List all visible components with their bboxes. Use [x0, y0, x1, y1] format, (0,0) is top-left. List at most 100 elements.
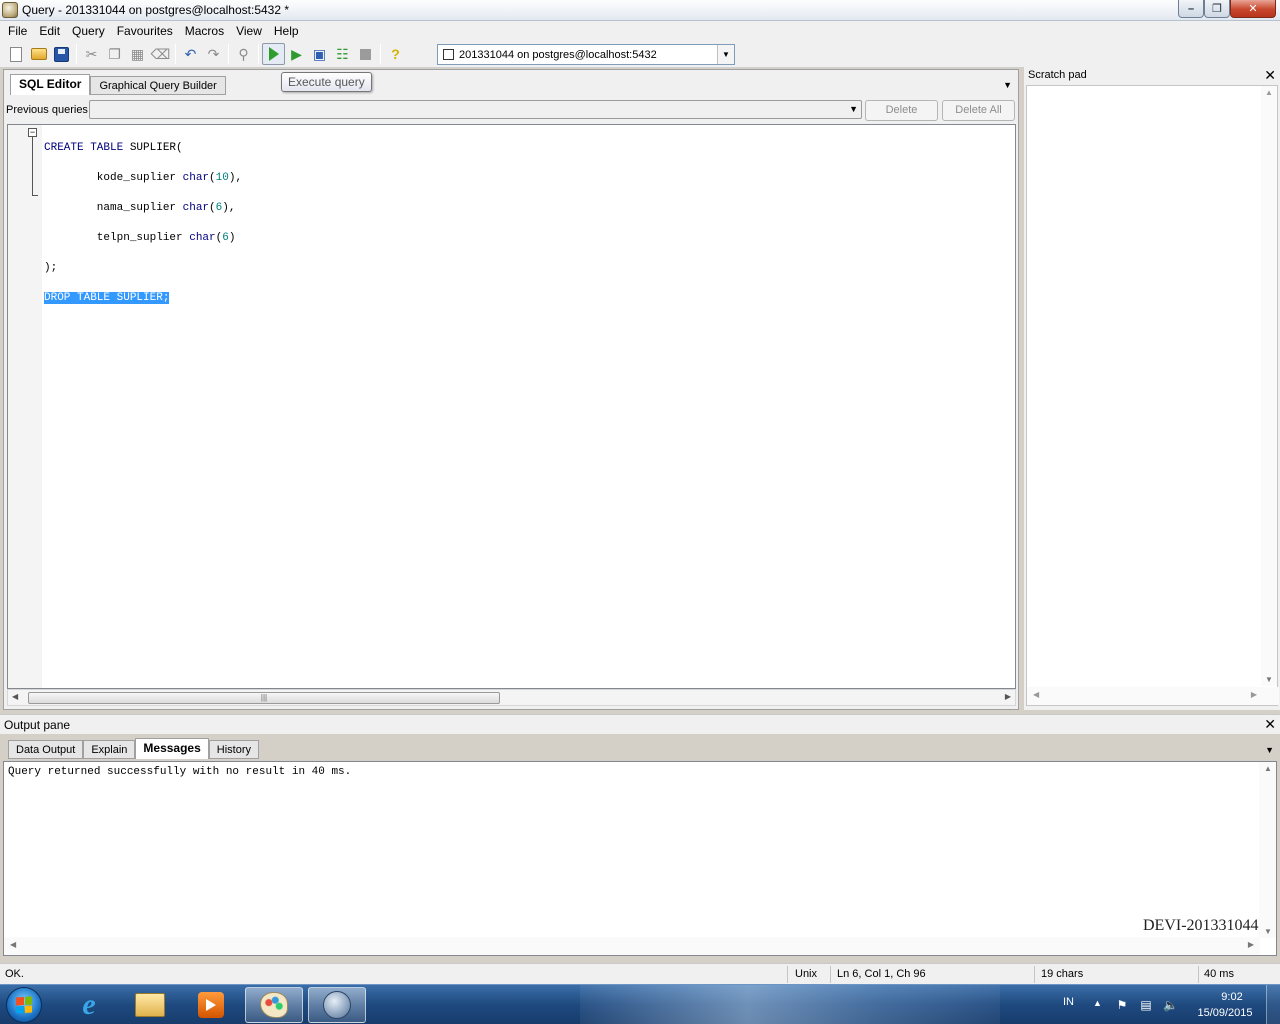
minimize-button[interactable]: –	[1178, 0, 1204, 18]
status-exec-time: 40 ms	[1204, 968, 1234, 980]
editor-tab-menu-icon[interactable]: ▼	[1003, 80, 1012, 90]
scroll-left-icon[interactable]: ◀	[10, 940, 16, 949]
tab-data-output[interactable]: Data Output	[8, 740, 84, 759]
clock-date[interactable]: 15/09/2015	[1192, 1007, 1258, 1019]
output-tabs: Data Output Explain Messages History	[8, 738, 260, 759]
menu-edit[interactable]: Edit	[33, 21, 66, 41]
tab-history[interactable]: History	[208, 740, 260, 759]
sql-code-editor[interactable]: − CREATE TABLE SUPLIER( kode_suplier cha…	[7, 124, 1016, 689]
menu-view[interactable]: View	[230, 21, 268, 41]
close-button[interactable]: ✕	[1230, 0, 1276, 18]
menu-help[interactable]: Help	[268, 21, 305, 41]
execute-query-tooltip: Execute query	[281, 72, 372, 92]
messages-output[interactable]: Query returned successfully with no resu…	[3, 761, 1277, 956]
connection-checkbox-icon	[443, 49, 454, 60]
status-char-count: 19 chars	[1041, 968, 1084, 980]
scroll-left-icon[interactable]: ◀	[1033, 690, 1039, 699]
scratch-pad-textarea[interactable]: ▲ ▼ ◀ ▶	[1026, 85, 1279, 706]
scroll-right-icon[interactable]: ▶	[1251, 690, 1257, 699]
copy-button[interactable]: ❐	[103, 43, 126, 65]
action-center-flag-icon[interactable]: ⚑	[1115, 998, 1129, 1012]
scroll-down-icon[interactable]: ▼	[1265, 675, 1273, 684]
output-tab-menu-icon[interactable]: ▼	[1265, 745, 1274, 755]
selected-text: DROP TABLE SUPLIER;	[44, 292, 170, 304]
redo-icon: ↷	[207, 45, 220, 62]
menu-file[interactable]: File	[2, 21, 33, 41]
start-button[interactable]	[6, 987, 42, 1023]
scroll-up-icon[interactable]: ▲	[1265, 88, 1273, 97]
status-line-ending: Unix	[795, 968, 818, 980]
menu-macros[interactable]: Macros	[179, 21, 230, 41]
network-icon[interactable]: ▤	[1139, 998, 1153, 1012]
output-vertical-scrollbar[interactable]: ▲ ▼	[1259, 762, 1276, 938]
scratch-horizontal-scrollbar[interactable]: ◀ ▶	[1027, 687, 1279, 705]
maximize-button[interactable]: ❐	[1204, 0, 1230, 18]
scroll-down-icon[interactable]: ▼	[1264, 927, 1272, 936]
menu-favourites[interactable]: Favourites	[111, 21, 179, 41]
tab-messages[interactable]: Messages	[135, 738, 209, 759]
save-icon	[54, 46, 69, 62]
scroll-right-icon[interactable]: ▶	[1248, 940, 1254, 949]
pgadmin-app-icon[interactable]	[2, 2, 18, 18]
explain-query-button[interactable]: ☷	[331, 43, 354, 65]
internet-explorer-icon: e	[82, 988, 96, 1021]
show-hidden-icons-icon[interactable]: ▲	[1093, 998, 1102, 1008]
clock-time[interactable]: 9:02	[1212, 991, 1252, 1003]
connection-select[interactable]: 201331044 on postgres@localhost:5432 ▼	[437, 44, 735, 65]
scratch-vertical-scrollbar[interactable]: ▲ ▼	[1261, 86, 1277, 686]
delete-button[interactable]: Delete	[865, 100, 938, 121]
paste-icon: ▦	[130, 45, 145, 62]
scroll-left-icon[interactable]: ◀	[12, 692, 18, 701]
chevron-down-icon[interactable]: ▼	[717, 45, 734, 64]
scroll-right-icon[interactable]: ▶	[1005, 692, 1011, 701]
close-icon[interactable]: ✕	[1264, 67, 1276, 84]
delete-all-button[interactable]: Delete All	[942, 100, 1015, 121]
execute-pgscript-button[interactable]: ▶	[285, 43, 308, 65]
tab-explain[interactable]: Explain	[83, 740, 136, 759]
scratch-pad-pane: Scratch pad ✕ ▲ ▼ ◀ ▶	[1024, 67, 1280, 710]
scratch-pad-title: Scratch pad	[1028, 69, 1087, 81]
taskbar-internet-explorer[interactable]: e	[60, 987, 118, 1023]
media-player-icon	[198, 992, 224, 1018]
previous-queries-select[interactable]: ▼	[89, 100, 862, 119]
undo-button[interactable]: ↶	[179, 43, 202, 65]
scroll-up-icon[interactable]: ▲	[1264, 764, 1272, 773]
toolbar-separator	[258, 44, 259, 64]
open-file-button[interactable]	[27, 43, 50, 65]
output-horizontal-scrollbar[interactable]: ◀ ▶	[4, 937, 1260, 955]
fold-collapse-icon[interactable]: −	[28, 128, 37, 137]
sql-editor-pane: SQL Editor Graphical Query Builder ▼ Pre…	[3, 69, 1019, 710]
folder-icon	[135, 993, 165, 1017]
volume-icon[interactable]: 🔈	[1163, 998, 1178, 1012]
find-button[interactable]: ⚲	[232, 43, 255, 65]
taskbar-pgadmin[interactable]	[308, 987, 366, 1023]
cut-button[interactable]: ✂	[80, 43, 103, 65]
taskbar-media-player[interactable]	[182, 987, 240, 1023]
clear-button[interactable]: ⌫	[149, 43, 172, 65]
execute-to-file-button[interactable]: ▣	[308, 43, 331, 65]
tab-sql-editor[interactable]: SQL Editor	[10, 74, 91, 95]
chevron-down-icon: ▼	[849, 104, 858, 114]
menu-query[interactable]: Query	[66, 21, 111, 41]
windows-taskbar: e IN ▲ ⚑ ▤ 🔈 9:02 15/09/2015	[0, 984, 1280, 1024]
show-desktop-button[interactable]	[1266, 985, 1280, 1024]
tab-graphical-query-builder[interactable]: Graphical Query Builder	[90, 76, 226, 95]
redo-button[interactable]: ↷	[202, 43, 225, 65]
execute-query-button[interactable]	[262, 43, 285, 65]
output-pane-title: Output pane	[4, 718, 71, 732]
help-button[interactable]: ?	[384, 43, 407, 65]
close-icon[interactable]: ✕	[1264, 716, 1276, 733]
paste-button[interactable]: ▦	[126, 43, 149, 65]
code-lines: CREATE TABLE SUPLIER( kode_suplier char(…	[44, 126, 242, 336]
undo-icon: ↶	[184, 45, 197, 62]
cancel-query-button[interactable]	[354, 43, 377, 65]
status-state: OK.	[5, 968, 24, 980]
new-file-button[interactable]	[4, 43, 27, 65]
save-file-button[interactable]	[50, 43, 73, 65]
taskbar-file-explorer[interactable]	[121, 987, 179, 1023]
language-indicator[interactable]: IN	[1063, 996, 1074, 1008]
scrollbar-thumb[interactable]: |||	[28, 692, 500, 704]
editor-horizontal-scrollbar[interactable]: ◀ ||| ▶	[7, 689, 1016, 706]
taskbar-paint[interactable]	[245, 987, 303, 1023]
output-pane-header: Output pane ✕	[0, 714, 1280, 734]
